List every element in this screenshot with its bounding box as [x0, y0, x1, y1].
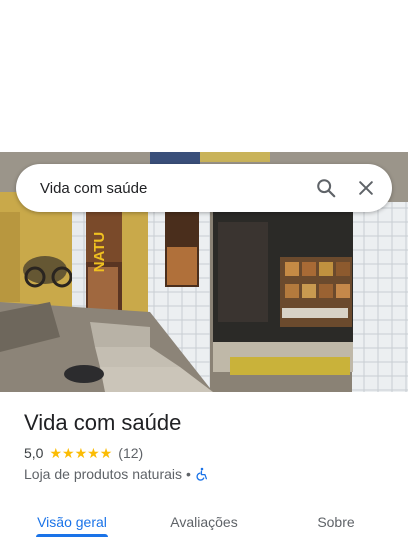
close-icon[interactable]: [346, 168, 386, 208]
search-input[interactable]: Vida com saúde: [40, 180, 306, 197]
place-title: Vida com saúde: [24, 410, 182, 435]
active-tab-indicator: [36, 534, 108, 537]
rating-value: 5,0: [24, 445, 44, 461]
search-icon[interactable]: [306, 168, 346, 208]
category-row: Loja de produtos naturais •: [24, 466, 209, 482]
place-category: Loja de produtos naturais: [24, 466, 182, 482]
star-rating: ★ ★ ★ ★ ★: [49, 446, 112, 460]
separator: •: [186, 466, 191, 482]
star-icon: ★: [49, 445, 63, 461]
place-info-panel: Vida com saúde 5,0 ★ ★ ★ ★ ★ (12) Loja d…: [0, 392, 408, 544]
review-count[interactable]: (12): [118, 445, 143, 461]
tab-about[interactable]: Sobre: [296, 500, 376, 544]
star-icon: ★: [74, 445, 88, 461]
place-tabs: Visão geral Avaliações Sobre: [0, 500, 408, 544]
tab-overview[interactable]: Visão geral: [24, 500, 120, 544]
rating-row[interactable]: 5,0 ★ ★ ★ ★ ★ (12): [24, 445, 143, 461]
wheelchair-accessible-icon: [195, 467, 209, 481]
star-icon: ★: [62, 445, 75, 461]
svg-text:NATU: NATU: [91, 232, 108, 273]
star-icon: ★: [99, 445, 113, 461]
tab-reviews[interactable]: Avaliações: [152, 500, 256, 544]
search-bar[interactable]: Vida com saúde: [16, 164, 392, 212]
star-icon: ★: [87, 445, 100, 461]
